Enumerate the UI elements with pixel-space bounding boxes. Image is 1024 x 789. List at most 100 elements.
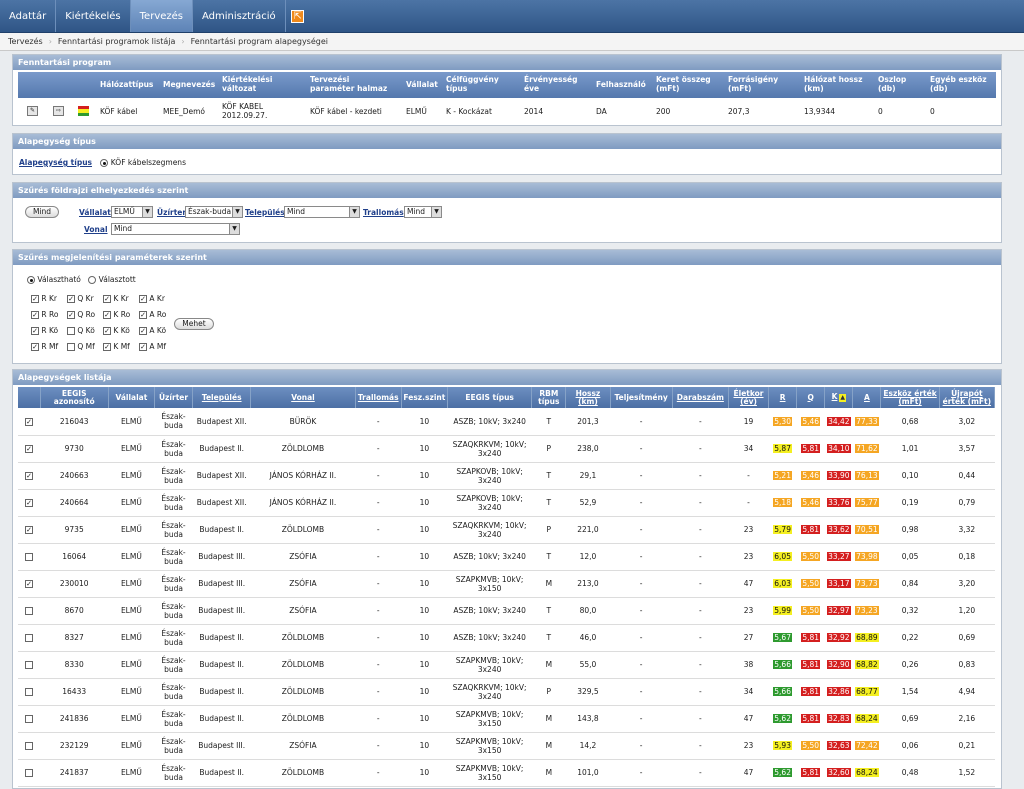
unit-type-link[interactable]: Alapegység típus <box>19 158 92 167</box>
line-select[interactable]: Mind ▼ <box>111 223 240 235</box>
radio-selected[interactable] <box>88 276 97 284</box>
param-checkbox[interactable]: ✓ <box>139 295 147 303</box>
breadcrumb-item-programs[interactable]: Fenntartási programok listája <box>58 37 176 46</box>
row-checkbox[interactable] <box>25 688 34 696</box>
breadcrumb-item-tervezes[interactable]: Tervezés <box>8 37 43 46</box>
station-label[interactable]: Trallomás <box>363 208 404 217</box>
col-header[interactable]: Vonal <box>250 387 356 408</box>
param-checkbox-item[interactable]: ✓ A Mf <box>139 342 175 351</box>
table-row[interactable]: ✓ 240664 ELMŰ Észak-buda Budapest XII. JÁNOS … <box>18 489 995 517</box>
table-row[interactable]: 232129 ELMŰ Észak-buda Budapest III. ZSÓFIA -… <box>18 732 995 760</box>
param-checkbox-item[interactable]: ✓ A Ro <box>139 310 175 319</box>
row-checkbox[interactable]: ✓ <box>25 580 34 588</box>
col-header[interactable]: K ▲ <box>824 387 854 408</box>
line-label[interactable]: Vonal <box>84 225 108 234</box>
row-checkbox[interactable] <box>25 661 34 669</box>
row-checkbox[interactable]: ✓ <box>25 472 34 480</box>
param-checkbox-item[interactable]: ✓ R Mf <box>31 342 67 351</box>
radio-selectable[interactable] <box>27 276 35 284</box>
settlement-select[interactable]: Mind ▼ <box>284 206 360 218</box>
table-row[interactable]: 8327 ELMŰ Észak-buda Budapest II. ZÖLDLOMB -1… <box>18 624 995 652</box>
param-checkbox[interactable]: ✓ <box>103 343 111 351</box>
col-header[interactable]: Darabszám <box>672 387 729 408</box>
col-header[interactable]: Q <box>796 387 826 408</box>
region-label[interactable]: Üzírter <box>157 208 186 217</box>
param-checkbox[interactable]: ✓ <box>139 343 147 351</box>
param-checkbox-item[interactable]: ✓ R Kö <box>31 326 67 335</box>
param-checkbox-item[interactable]: ✓ K Ro <box>103 310 139 319</box>
param-checkbox[interactable]: ✓ <box>139 311 147 319</box>
param-checkbox[interactable]: ✓ <box>31 295 39 303</box>
param-checkbox-item[interactable]: ✓ A Kö <box>139 326 175 335</box>
station-select[interactable]: Mind ▼ <box>404 206 442 218</box>
col-header[interactable]: Eszköz érték (mFt) <box>880 387 940 408</box>
param-checkbox-item[interactable]: ✓ R Kr <box>31 294 67 303</box>
col-header[interactable]: Újrapót érték (mFt) <box>939 387 996 408</box>
col-header[interactable]: Életkor (év) <box>728 387 770 408</box>
nav-adminisztracio[interactable]: Adminisztráció <box>193 0 286 32</box>
param-checkbox[interactable]: ✓ <box>103 311 111 319</box>
param-checkbox[interactable]: ✓ <box>103 327 111 335</box>
col-header[interactable]: Trallomás <box>355 387 402 408</box>
param-checkbox[interactable]: ✓ <box>31 311 39 319</box>
nav-adattar[interactable]: Adattár <box>0 0 57 32</box>
sort-icon[interactable]: ▲ <box>839 394 847 402</box>
row-checkbox[interactable]: ✓ <box>25 445 34 453</box>
param-checkbox-item[interactable]: Q Mf <box>67 342 103 351</box>
table-row[interactable]: 8330 ELMŰ Észak-buda Budapest II. ZÖLDLOMB -1… <box>18 651 995 679</box>
settlement-label[interactable]: Település <box>245 208 285 217</box>
param-checkbox-item[interactable]: Q Kö <box>67 326 103 335</box>
table-row[interactable]: ✓ 230010 ELMŰ Észak-buda Budapest III. ZSÓFIA… <box>18 570 995 598</box>
col-header[interactable]: Hossz (km) <box>565 387 611 408</box>
chevron-right-icon: › <box>48 37 52 46</box>
row-checkbox[interactable]: ✓ <box>25 526 34 534</box>
table-row[interactable]: ✓ 9730 ELMŰ Észak-buda Budapest II. ZÖLDLOMB -… <box>18 435 995 463</box>
cell-region: Észak-buda <box>154 651 193 679</box>
param-checkbox[interactable] <box>67 327 75 335</box>
table-row[interactable]: 8670 ELMŰ Észak-buda Budapest III. ZSÓFIA -10… <box>18 597 995 625</box>
col-header[interactable]: R <box>768 387 798 408</box>
go-button[interactable]: Mehet <box>174 318 214 330</box>
nav-tervezes[interactable]: Tervezés <box>130 0 193 32</box>
col-header[interactable]: A <box>852 387 882 408</box>
geo-all-button[interactable]: Mind <box>25 206 59 218</box>
param-checkbox[interactable] <box>67 343 75 351</box>
param-checkbox-item[interactable]: ✓ K Mf <box>103 342 139 351</box>
param-checkbox[interactable]: ✓ <box>67 295 75 303</box>
row-checkbox[interactable] <box>25 553 34 561</box>
nav-kiertekeles[interactable]: Kiértékelés <box>56 0 131 32</box>
param-checkbox-item[interactable]: ✓ A Kr <box>139 294 175 303</box>
row-checkbox[interactable] <box>25 769 34 777</box>
param-checkbox[interactable]: ✓ <box>31 327 39 335</box>
param-checkbox-item[interactable]: ✓ K Kö <box>103 326 139 335</box>
param-checkbox-item[interactable]: ✓ Q Ro <box>67 310 103 319</box>
row-checkbox[interactable]: ✓ <box>25 417 34 426</box>
edit-icon[interactable]: ✎ <box>27 106 38 116</box>
table-row[interactable]: 16064 ELMŰ Észak-buda Budapest III. ZSÓFIA -1… <box>18 543 995 571</box>
param-checkbox[interactable]: ✓ <box>139 327 147 335</box>
export-icon[interactable]: ⇨ <box>53 106 64 116</box>
param-checkbox-item[interactable]: ✓ R Ro <box>31 310 67 319</box>
table-row[interactable]: 241836 ELMŰ Észak-buda Budapest II. ZÖLDLOMB… <box>18 705 995 733</box>
table-row[interactable]: 241837 ELMŰ Észak-buda Budapest II. ZÖLDLOMB… <box>18 759 995 787</box>
param-checkbox[interactable]: ✓ <box>31 343 39 351</box>
table-row[interactable]: ✓ 240663 ELMŰ Észak-buda Budapest XII. JÁNOS … <box>18 462 995 490</box>
param-checkbox-item[interactable]: ✓ Q Kr <box>67 294 103 303</box>
exit-button[interactable]: ⇱ <box>286 0 310 32</box>
row-checkbox[interactable]: ✓ <box>25 499 34 507</box>
row-checkbox[interactable] <box>25 715 34 723</box>
row-checkbox[interactable] <box>25 634 34 642</box>
company-select[interactable]: ELMŰ ▼ <box>111 206 153 218</box>
unit-type-radio[interactable] <box>100 159 109 167</box>
table-row[interactable]: ✓ 9735 ELMŰ Észak-buda Budapest II. ZÖLDLOMB -… <box>18 516 995 544</box>
table-row[interactable]: 16433 ELMŰ Észak-buda Budapest II. ZÖLDLOMB -… <box>18 678 995 706</box>
param-checkbox[interactable]: ✓ <box>67 311 75 319</box>
row-checkbox[interactable] <box>25 742 34 750</box>
param-checkbox-item[interactable]: ✓ K Kr <box>103 294 139 303</box>
table-row[interactable]: ✓ 216043 ELMŰ Észak-buda Budapest XII. BÜRÖK -… <box>18 408 995 436</box>
region-select[interactable]: Észak-buda ▼ <box>185 206 243 218</box>
row-checkbox[interactable] <box>25 607 34 615</box>
param-checkbox[interactable]: ✓ <box>103 295 111 303</box>
col-header[interactable]: Település <box>192 387 252 408</box>
company-label[interactable]: Vállalat <box>79 208 111 217</box>
